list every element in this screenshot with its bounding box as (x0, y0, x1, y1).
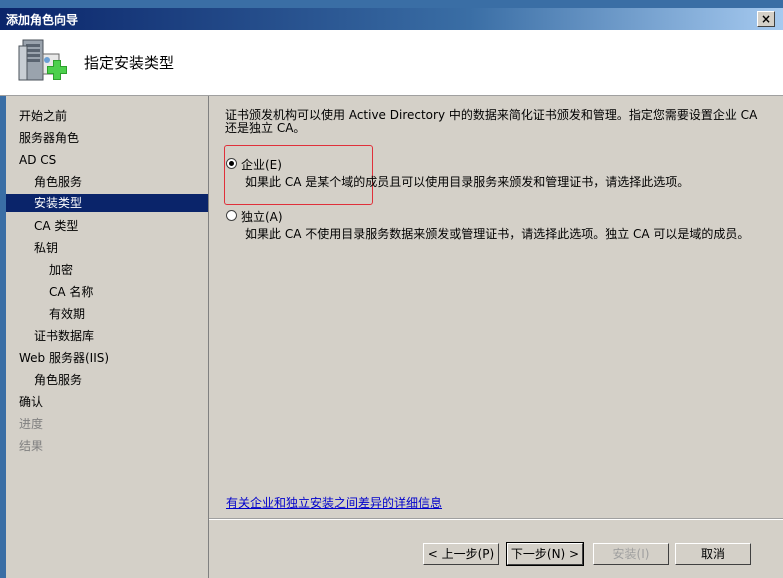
step-before-you-begin[interactable]: 开始之前 (6, 106, 221, 126)
page-title: 指定安装类型 (84, 54, 175, 72)
next-button[interactable]: 下一步(N) > (506, 542, 584, 566)
more-info-link[interactable]: 有关企业和独立安装之间差异的详细信息 (226, 494, 442, 511)
standalone-description: 如果此 CA 不使用目录服务数据来颁发或管理证书，请选择此选项。独立 CA 可以… (245, 227, 750, 241)
wizard-steps-sidebar: 开始之前 服务器角色 AD CS 角色服务 安装类型 CA 类型 私钥 加密 C… (6, 96, 209, 578)
button-divider (209, 518, 783, 520)
step-iis-role-services[interactable]: 角色服务 (6, 370, 236, 390)
step-certificate-database[interactable]: 证书数据库 (6, 326, 236, 346)
step-ad-cs[interactable]: AD CS (6, 150, 221, 170)
window-title: 添加角色向导 (6, 13, 79, 27)
cancel-button[interactable]: 取消 (675, 543, 751, 565)
standalone-radio[interactable] (226, 210, 237, 221)
install-button: 安装(I) (593, 543, 669, 565)
step-role-services[interactable]: 角色服务 (6, 172, 236, 192)
setup-type-description: 证书颁发机构可以使用 Active Directory 中的数据来简化证书颁发和… (225, 108, 758, 135)
enterprise-description: 如果此 CA 是某个域的成员且可以使用目录服务来颁发和管理证书，请选择此选项。 (245, 175, 690, 189)
step-confirmation[interactable]: 确认 (6, 392, 221, 412)
server-roles-add-icon (18, 39, 67, 81)
enterprise-radio[interactable] (226, 158, 237, 169)
step-private-key[interactable]: 私钥 (6, 238, 236, 258)
step-progress: 进度 (19, 417, 44, 431)
wizard-content-pane: 证书颁发机构可以使用 Active Directory 中的数据来简化证书颁发和… (209, 96, 783, 578)
back-button[interactable]: < 上一步(P) (423, 543, 499, 565)
step-results: 结果 (19, 439, 44, 453)
step-ca-type[interactable]: CA 类型 (6, 216, 236, 236)
add-roles-wizard-window: 添加角色向导 × 指定安装类型 开始之前 服务器角色 AD CS 角色服务 安装… (0, 0, 783, 578)
step-server-roles[interactable]: 服务器角色 (6, 128, 221, 148)
title-bar[interactable]: 添加角色向导 × (0, 8, 783, 30)
close-button[interactable]: × (757, 11, 775, 27)
wizard-header: 指定安装类型 (0, 30, 783, 96)
step-web-server-iis[interactable]: Web 服务器(IIS) (6, 348, 221, 368)
enterprise-label[interactable]: 企业(E) (241, 156, 282, 173)
desktop-strip (0, 0, 783, 8)
standalone-label[interactable]: 独立(A) (241, 208, 283, 225)
step-setup-type[interactable]: 安装类型 (6, 194, 208, 212)
